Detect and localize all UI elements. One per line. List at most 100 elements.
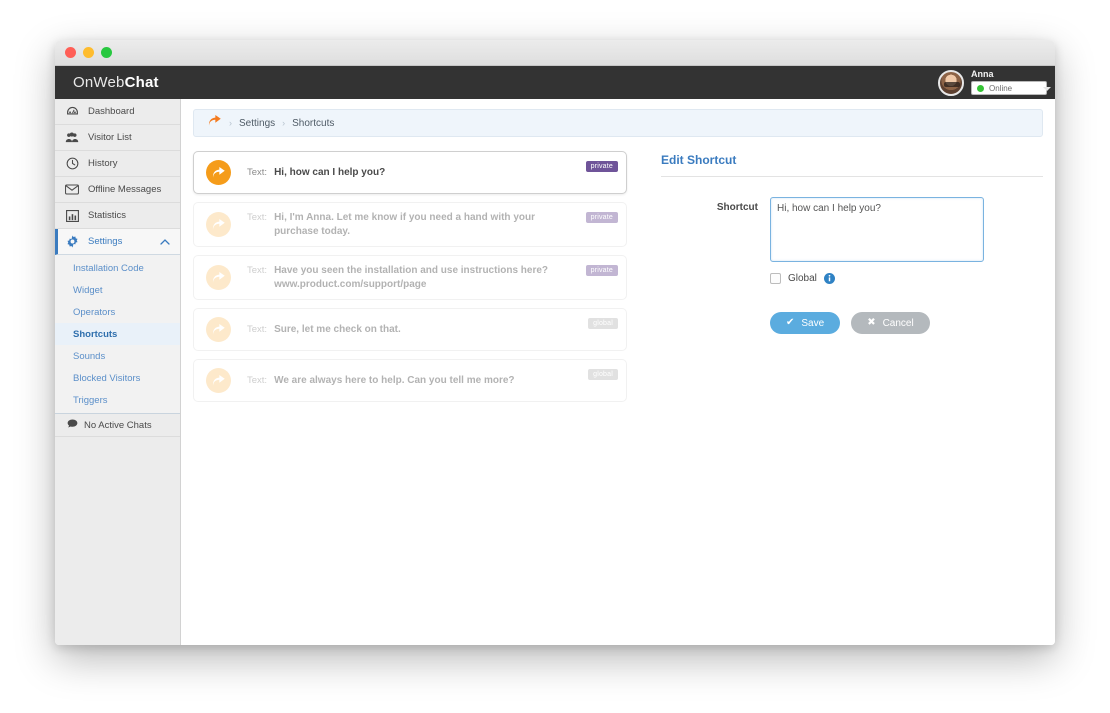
sidebar-item-triggers[interactable]: Triggers — [55, 389, 180, 411]
sidebar-item-visitor-list[interactable]: Visitor List — [55, 125, 180, 151]
shortcut-arrow-icon — [206, 160, 231, 185]
status-badge: private — [586, 212, 618, 223]
active-chats-label: No Active Chats — [84, 420, 152, 431]
shortcut-text-value: Sure, let me check on that. — [274, 323, 401, 337]
status-online-dot — [977, 85, 984, 92]
sidebar-subitem-label: Installation Code — [73, 263, 144, 274]
settings-submenu: Installation Code Widget Operators Short… — [55, 255, 180, 413]
sidebar-item-label: Dashboard — [88, 106, 134, 117]
list-item[interactable]: Text: Hi, I'm Anna. Let me know if you n… — [193, 202, 627, 247]
shortcut-list: Text: Hi, how can I help you? private Te… — [193, 151, 627, 410]
shortcut-field-label: Shortcut — [661, 197, 758, 213]
shortcut-text-label: Text: — [247, 264, 267, 291]
close-window-button[interactable] — [65, 47, 76, 58]
global-label: Global — [788, 273, 817, 284]
status-badge: global — [588, 369, 618, 380]
sidebar-item-installation-code[interactable]: Installation Code — [55, 257, 180, 279]
list-item[interactable]: Text: We are always here to help. Can yo… — [193, 359, 627, 402]
sidebar-subitem-label: Shortcuts — [73, 329, 117, 340]
content-columns: Text: Hi, how can I help you? private Te… — [193, 151, 1043, 410]
close-icon: ✖ — [867, 318, 875, 328]
logo-text-light: OnWeb — [73, 74, 125, 91]
status-badge: global — [588, 318, 618, 329]
traffic-lights — [65, 47, 112, 58]
main-content: › Settings › Shortcuts Text: Hi, how can… — [181, 99, 1055, 645]
info-icon[interactable] — [824, 273, 835, 284]
sidebar-subitem-label: Widget — [73, 285, 103, 296]
edit-shortcut-panel: Edit Shortcut Shortcut Global — [661, 151, 1043, 410]
bar-chart-icon — [65, 210, 79, 222]
sidebar-item-offline-messages[interactable]: Offline Messages — [55, 177, 180, 203]
people-icon — [65, 131, 79, 144]
user-area[interactable]: Anna Online — [938, 70, 1047, 96]
sidebar-item-shortcuts[interactable]: Shortcuts — [55, 323, 180, 345]
shortcut-arrow-icon — [206, 317, 231, 342]
shortcut-arrow-icon — [206, 265, 231, 290]
shortcut-body: Text: Hi, I'm Anna. Let me know if you n… — [247, 211, 616, 238]
sidebar-item-dashboard[interactable]: Dashboard — [55, 99, 180, 125]
sidebar-item-operators[interactable]: Operators — [55, 301, 180, 323]
gear-icon — [65, 235, 79, 248]
app-body: Dashboard Visitor List History Offline M… — [55, 99, 1055, 645]
cancel-button-label: Cancel — [883, 318, 914, 329]
list-item[interactable]: Text: Have you seen the installation and… — [193, 255, 627, 300]
chevron-up-icon[interactable] — [160, 238, 170, 245]
status-badge: private — [586, 265, 618, 276]
window-titlebar — [55, 40, 1055, 66]
app-logo[interactable]: OnWebChat — [73, 74, 159, 91]
page-title: Edit Shortcut — [661, 153, 1043, 177]
shortcut-text-value: Have you seen the installation and use i… — [274, 264, 574, 291]
sidebar-subitem-label: Blocked Visitors — [73, 373, 140, 384]
zoom-window-button[interactable] — [101, 47, 112, 58]
shortcut-text-value: Hi, how can I help you? — [274, 166, 385, 180]
user-name: Anna — [971, 70, 1047, 79]
sidebar: Dashboard Visitor List History Offline M… — [55, 99, 181, 645]
global-checkbox[interactable] — [770, 273, 781, 284]
active-chats-status[interactable]: No Active Chats — [55, 413, 180, 437]
app-header: OnWebChat Anna Online — [55, 66, 1055, 99]
shortcut-input[interactable] — [770, 197, 984, 262]
sidebar-item-widget[interactable]: Widget — [55, 279, 180, 301]
breadcrumb-level-2[interactable]: Shortcuts — [292, 118, 334, 129]
breadcrumb-separator: › — [282, 118, 285, 128]
sidebar-item-settings[interactable]: Settings — [55, 229, 180, 255]
shortcut-text-label: Text: — [247, 374, 267, 388]
sidebar-item-label: Offline Messages — [88, 184, 161, 195]
list-item[interactable]: Text: Sure, let me check on that. global — [193, 308, 627, 351]
sidebar-item-label: Settings — [88, 236, 122, 247]
breadcrumb-level-1[interactable]: Settings — [239, 118, 275, 129]
shortcut-text-label: Text: — [247, 211, 267, 238]
avatar[interactable] — [938, 70, 964, 96]
list-item[interactable]: Text: Hi, how can I help you? private — [193, 151, 627, 194]
sidebar-subitem-label: Sounds — [73, 351, 105, 362]
sidebar-item-label: Visitor List — [88, 132, 132, 143]
shortcut-form-row: Shortcut — [661, 197, 1043, 262]
breadcrumb: › Settings › Shortcuts — [193, 109, 1043, 137]
clock-icon — [65, 157, 79, 170]
check-icon: ✔ — [786, 318, 794, 328]
cancel-button[interactable]: ✖ Cancel — [851, 312, 930, 334]
user-meta: Anna Online — [971, 70, 1047, 95]
save-button[interactable]: ✔ Save — [770, 312, 840, 334]
shortcut-text-value: Hi, I'm Anna. Let me know if you need a … — [274, 211, 574, 238]
sidebar-item-label: History — [88, 158, 118, 169]
shortcut-body: Text: We are always here to help. Can yo… — [247, 374, 616, 388]
sidebar-subitem-label: Operators — [73, 307, 115, 318]
shortcut-arrow-icon — [206, 368, 231, 393]
sidebar-item-sounds[interactable]: Sounds — [55, 345, 180, 367]
save-button-label: Save — [801, 318, 824, 329]
sidebar-item-history[interactable]: History — [55, 151, 180, 177]
chat-bubble-icon — [67, 419, 78, 431]
logo-text-bold: Chat — [125, 74, 159, 91]
breadcrumb-separator: › — [229, 118, 232, 128]
chevron-down-icon[interactable] — [1039, 81, 1055, 97]
sidebar-item-blocked-visitors[interactable]: Blocked Visitors — [55, 367, 180, 389]
minimize-window-button[interactable] — [83, 47, 94, 58]
shortcut-text-label: Text: — [247, 166, 267, 180]
browser-window: OnWebChat Anna Online — [55, 40, 1055, 645]
shortcut-arrow-icon — [206, 212, 231, 237]
shortcut-text-label: Text: — [247, 323, 267, 337]
global-checkbox-row: Global — [770, 273, 1043, 284]
sidebar-item-statistics[interactable]: Statistics — [55, 203, 180, 229]
status-select[interactable]: Online — [971, 81, 1047, 95]
